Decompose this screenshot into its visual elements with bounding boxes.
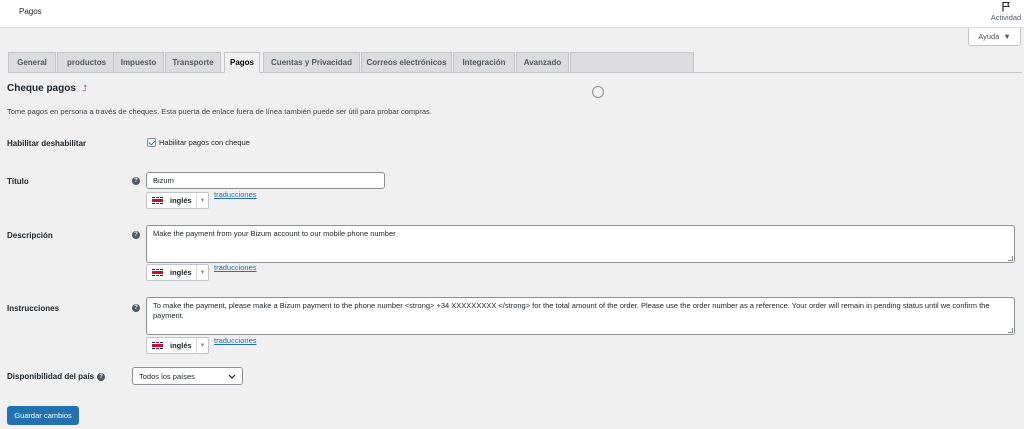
instructions-translations-link[interactable]: traducciones [214,336,257,345]
tab-correos[interactable]: Correos electrónicos [361,52,452,73]
dropdown-arrow-icon: ▼ [196,338,208,353]
tab-pagos[interactable]: Pagos [224,52,260,73]
enable-label: Habilitar deshabilitar [7,139,87,148]
loading-spinner-icon [592,86,604,98]
enable-checkbox-label[interactable]: Habilitar pagos con cheque [159,138,250,147]
instructions-textarea[interactable]: To make the payment, please make a Bizum… [146,297,1015,335]
activity-button[interactable]: Actividad [988,0,1024,22]
description-language-select[interactable]: inglés ▼ [146,264,209,281]
resize-handle-icon[interactable] [1008,256,1013,261]
instructions-help-icon[interactable]: ? [132,304,140,312]
help-button[interactable]: Ayuda ▼ [968,28,1021,46]
flag-icon [1002,2,1010,12]
resize-handle-icon[interactable] [1008,328,1013,333]
section-description: Tome pagos en persona a través de cheque… [7,107,432,116]
page-title: Pagos [19,7,42,16]
tab-avanzado[interactable]: Avanzado [516,52,569,73]
save-changes-button[interactable]: Guardar cambios [7,406,79,425]
section-heading: Cheque pagos ⮥ [7,83,87,94]
tab-general[interactable]: General [8,52,56,73]
chevron-down-icon [228,374,236,379]
title-label: Título [7,177,29,186]
title-language-select[interactable]: inglés ▼ [146,192,209,209]
description-textarea[interactable]: Make the payment from your Bizum account… [146,225,1015,263]
dropdown-arrow-icon: ▼ [196,193,208,208]
description-translations-link[interactable]: traducciones [214,263,257,272]
title-translations-link[interactable]: traducciones [214,190,257,199]
title-input[interactable]: Bizum [146,172,385,189]
country-help-icon[interactable]: ? [97,372,106,381]
country-selected-value: Todos los países [139,371,195,381]
instructions-language-select[interactable]: inglés ▼ [146,337,209,354]
country-label-text: Disponibilidad del país [7,372,95,381]
language-name: inglés [170,268,192,277]
dropdown-arrow-icon: ▼ [196,265,208,280]
language-name: inglés [170,341,192,350]
uk-flag-icon [152,197,163,204]
description-text: Make the payment from your Bizum account… [153,229,396,238]
uk-flag-icon [152,342,163,349]
tab-transporte[interactable]: Transporte [165,52,221,73]
description-label: Descripción [7,231,53,240]
tab-integracion[interactable]: Integración [453,52,515,73]
tab-cuentas-privacidad[interactable]: Cuentas y Privacidad [263,52,360,73]
description-help-icon[interactable]: ? [132,231,140,239]
enable-checkbox-row[interactable]: Habilitar pagos con cheque [147,138,250,147]
tab-impuesto[interactable]: Impuesto [113,52,164,73]
uk-flag-icon [152,269,163,276]
activity-label: Actividad [990,13,1022,22]
tab-productos[interactable]: productos [57,52,116,73]
title-help-icon[interactable]: ? [132,177,140,185]
instructions-label: Instrucciones [7,304,60,313]
page-header: Pagos Actividad [0,0,1024,28]
country-select[interactable]: Todos los países [132,367,243,385]
country-label: Disponibilidad del país ? [7,372,106,381]
return-link-icon[interactable]: ⮥ [82,83,87,94]
instructions-text: To make the payment, please make a Bizum… [153,301,990,320]
tab-bar-filler [570,52,694,73]
language-name: inglés [170,196,192,205]
enable-checkbox[interactable] [147,138,156,147]
caret-down-icon: ▼ [1003,32,1011,41]
section-title: Cheque pagos [7,83,76,94]
settings-tabs: General productos Impuesto Transporte Pa… [8,52,1022,73]
help-button-label: Ayuda [978,32,1000,41]
